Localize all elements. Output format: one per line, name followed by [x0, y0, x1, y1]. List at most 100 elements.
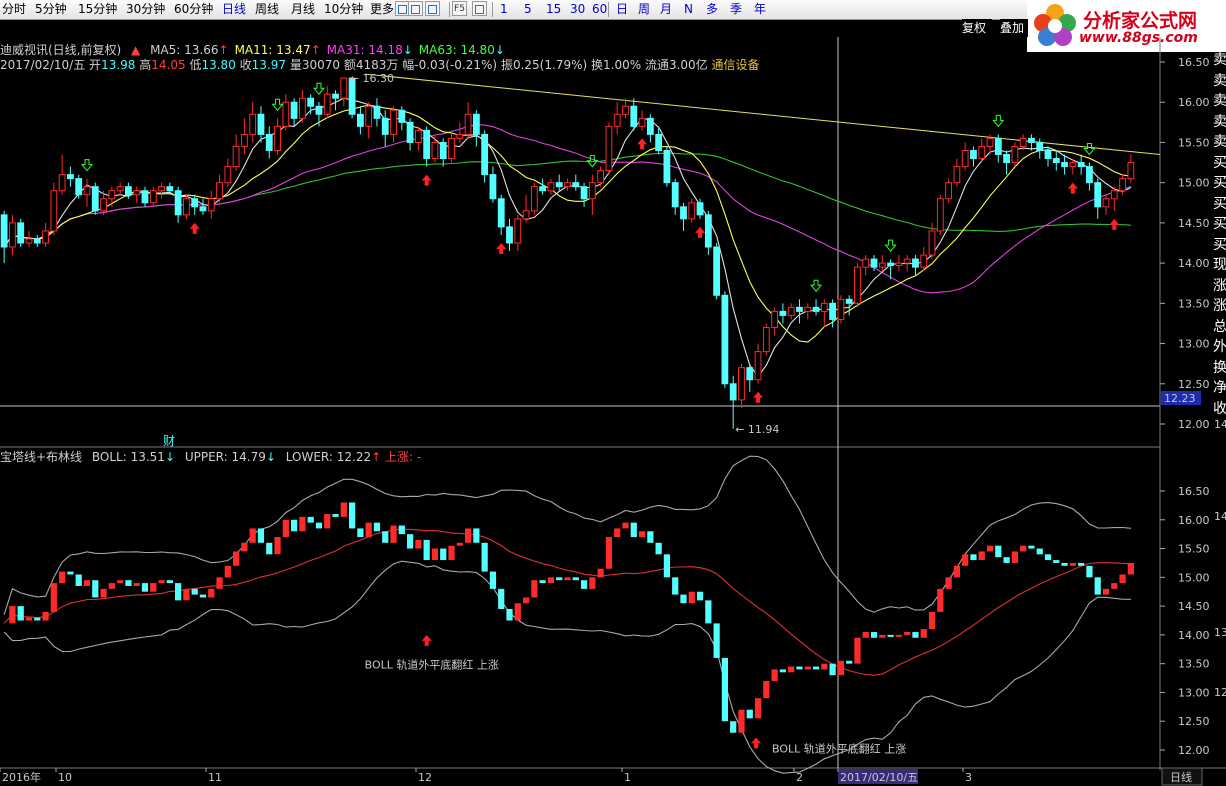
tower-block[interactable] [920, 629, 927, 638]
candle-body[interactable] [1044, 149, 1052, 160]
tower-block[interactable] [547, 577, 555, 584]
candle-body[interactable] [903, 258, 911, 264]
tower-block[interactable] [42, 611, 49, 621]
tower-block[interactable] [672, 577, 679, 595]
candle-body[interactable] [1061, 162, 1068, 168]
candle-body[interactable] [340, 77, 348, 99]
tower-block[interactable] [489, 571, 497, 589]
candle-body[interactable] [663, 149, 671, 184]
tower-block[interactable] [680, 594, 687, 604]
candle-body[interactable] [588, 182, 596, 200]
tower-block[interactable] [125, 580, 132, 586]
tower-block[interactable] [771, 669, 778, 681]
tower-block[interactable] [299, 516, 306, 532]
tower-block[interactable] [398, 525, 405, 535]
tower-block[interactable] [1011, 551, 1018, 563]
tower-block[interactable] [406, 534, 414, 549]
tower-block[interactable] [50, 583, 57, 612]
tower-block[interactable] [307, 516, 314, 523]
tower-block[interactable] [514, 603, 521, 621]
candle-body[interactable] [680, 206, 687, 220]
candle-body[interactable] [373, 105, 381, 119]
candle-body[interactable] [58, 174, 66, 192]
candle-body[interactable] [688, 202, 696, 220]
candle-body[interactable] [729, 383, 737, 401]
candle-body[interactable] [555, 182, 563, 188]
tower-block[interactable] [1102, 588, 1110, 595]
candle-body[interactable] [141, 190, 149, 204]
candle-body[interactable] [572, 182, 580, 188]
candle-body[interactable] [1094, 182, 1102, 208]
tower-block[interactable] [630, 522, 637, 538]
tower-block[interactable] [158, 580, 165, 584]
tower-block[interactable] [895, 634, 902, 637]
candle-body[interactable] [472, 113, 480, 135]
tower-block[interactable] [754, 698, 762, 719]
tower-block[interactable] [108, 583, 115, 589]
candle-body[interactable] [108, 190, 116, 200]
candle-body[interactable] [83, 186, 91, 196]
candle-body[interactable] [738, 367, 745, 401]
tower-block[interactable] [572, 577, 579, 581]
candle-body[interactable] [762, 326, 770, 353]
candle-body[interactable] [1003, 154, 1010, 164]
candle-body[interactable] [978, 145, 986, 160]
candle-body[interactable] [721, 294, 729, 385]
candle-body[interactable] [166, 186, 174, 192]
candle-body[interactable] [986, 137, 994, 147]
candle-body[interactable] [895, 262, 903, 267]
candle-body[interactable] [9, 222, 16, 248]
tower-block[interactable] [605, 537, 613, 569]
tower-block[interactable] [473, 528, 480, 543]
candle-body[interactable] [1028, 137, 1035, 143]
candle-body[interactable] [630, 105, 638, 127]
tower-block[interactable] [25, 617, 33, 621]
tower-block[interactable] [953, 565, 960, 578]
candle-body[interactable] [613, 113, 621, 127]
candle-body[interactable] [622, 105, 629, 115]
candle-body[interactable] [356, 113, 364, 127]
tower-block[interactable] [870, 632, 878, 638]
candle-body[interactable] [746, 367, 754, 381]
tower-block[interactable] [141, 583, 149, 592]
candle-body[interactable] [390, 109, 397, 135]
tower-block[interactable] [647, 531, 654, 543]
tower-block[interactable] [829, 663, 836, 676]
tower-block[interactable] [788, 666, 795, 673]
candle-body[interactable] [199, 206, 207, 212]
tower-block[interactable] [9, 606, 16, 624]
tower-block[interactable] [589, 577, 596, 589]
candle-body[interactable] [638, 117, 646, 127]
tower-block[interactable] [580, 580, 588, 589]
tower-block[interactable] [390, 525, 397, 543]
candle-body[interactable] [671, 182, 679, 208]
candle-body[interactable] [506, 226, 513, 244]
tower-block[interactable] [365, 522, 372, 538]
tower-block[interactable] [796, 666, 803, 670]
candle-body[interactable] [1127, 162, 1135, 180]
tower-block[interactable] [696, 591, 704, 601]
tower-block[interactable] [75, 574, 82, 586]
tower-block[interactable] [373, 522, 381, 532]
candle-body[interactable] [381, 117, 389, 135]
tower-block[interactable] [812, 666, 820, 670]
tower-block[interactable] [100, 588, 107, 598]
candle-body[interactable] [33, 238, 41, 244]
candle-body[interactable] [945, 182, 952, 200]
candle-body[interactable] [787, 306, 795, 316]
candle-body[interactable] [224, 166, 232, 184]
tower-block[interactable] [912, 632, 919, 638]
candle-body[interactable] [539, 186, 547, 192]
candle-body[interactable] [530, 186, 538, 212]
tower-block[interactable] [241, 542, 248, 552]
tower-block[interactable] [1036, 548, 1043, 555]
candle-body[interactable] [91, 186, 99, 212]
candle-body[interactable] [1077, 162, 1085, 168]
tower-block[interactable] [846, 660, 853, 664]
candle-body[interactable] [50, 190, 58, 232]
candle-body[interactable] [149, 190, 157, 204]
candle-body[interactable] [1119, 178, 1126, 192]
tower-block[interactable] [854, 637, 861, 664]
tower-block[interactable] [655, 542, 662, 555]
candle-body[interactable] [920, 254, 928, 268]
